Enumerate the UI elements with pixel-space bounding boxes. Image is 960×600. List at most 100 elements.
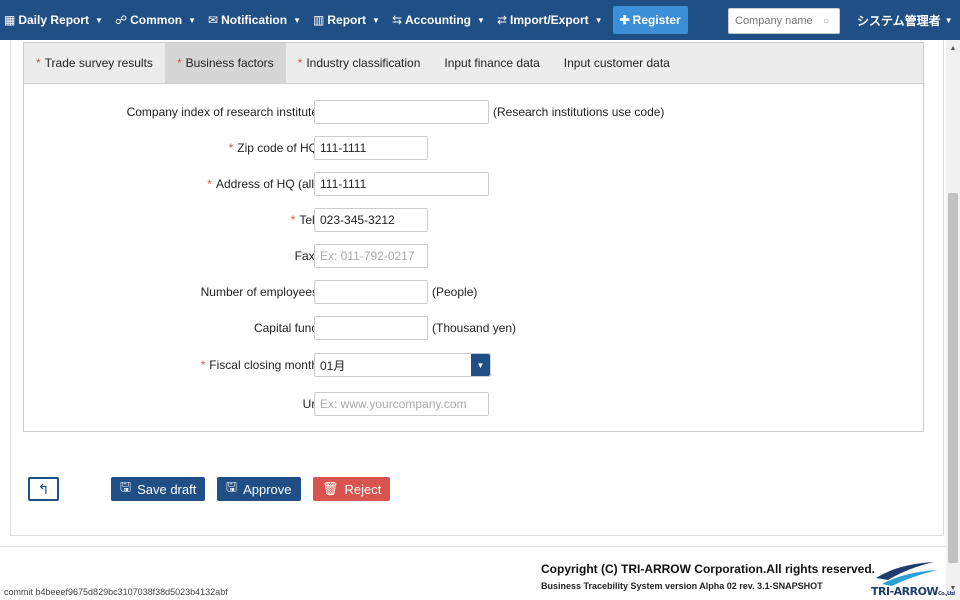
tab-input-finance-data[interactable]: Input finance data xyxy=(432,43,551,83)
caret-down-icon: ▼ xyxy=(594,15,603,25)
tab-industry-classification[interactable]: * Industry classification xyxy=(286,43,433,83)
top-navbar: ▦ Daily Report ▼ ☍ Common ▼ ✉ Notificati… xyxy=(0,0,960,40)
register-label: Register xyxy=(632,13,681,27)
fiscal-label: * Fiscal closing month xyxy=(201,353,318,377)
logo-suffix: Co.,Ltd xyxy=(938,591,955,597)
nav-common[interactable]: ☍ Common ▼ xyxy=(109,0,202,40)
nav-common-label: Common xyxy=(130,13,183,27)
fax-input[interactable] xyxy=(314,244,428,268)
users-icon: ☍ xyxy=(114,13,128,27)
fiscal-month-value: 01月 xyxy=(320,358,346,373)
address-input[interactable] xyxy=(314,172,489,196)
address-label-text: Address of HQ (all) xyxy=(215,177,318,191)
research-index-label: Company index of research institute xyxy=(126,105,318,119)
back-button[interactable]: ↰ xyxy=(28,477,59,501)
address-label: * Address of HQ (all) xyxy=(207,172,318,196)
reply-arrow-icon: ↰ xyxy=(37,480,50,497)
page-scrollbar[interactable]: ▲ ▼ xyxy=(946,40,960,600)
research-index-input[interactable] xyxy=(314,100,489,124)
caret-down-icon: ▼ xyxy=(188,15,197,25)
envelope-icon: ✉ xyxy=(208,13,219,27)
logo-swoosh-icon xyxy=(876,562,938,586)
fiscal-month-select[interactable]: 01月 ▼ xyxy=(314,353,491,377)
form-row-employees: Number of employees (People) xyxy=(24,280,924,304)
required-marker: * xyxy=(207,177,212,191)
caret-down-icon: ▼ xyxy=(293,15,302,25)
footer-divider xyxy=(0,546,946,547)
form-row-zip: * Zip code of HQ xyxy=(24,136,924,160)
tab-label: Input customer data xyxy=(563,56,670,70)
form-row-capital: Capital fund (Thousand yen) xyxy=(24,316,924,340)
tab-label: Business factors xyxy=(185,56,274,70)
capital-label: Capital fund xyxy=(253,321,318,335)
company-search: ○ xyxy=(728,8,840,34)
required-marker: * xyxy=(36,56,41,70)
reject-button[interactable]: 🗑 Reject xyxy=(313,477,391,501)
nav-notification-label: Notification xyxy=(221,13,288,27)
approve-label: Approve xyxy=(243,481,292,497)
form-row-fax: Fax. xyxy=(24,244,924,268)
employees-input[interactable] xyxy=(314,280,428,304)
capital-input[interactable] xyxy=(314,316,428,340)
tab-input-customer-data[interactable]: Input customer data xyxy=(552,43,682,83)
form-row-url: Url xyxy=(24,392,924,416)
nav-import-export-label: Import/Export xyxy=(510,13,589,27)
nav-accounting-label: Accounting xyxy=(405,13,472,27)
footer-copyright: Copyright (C) TRI-ARROW Corporation.All … xyxy=(541,562,876,576)
search-icon[interactable]: ○ xyxy=(823,16,829,27)
zip-label-text: Zip code of HQ xyxy=(237,141,318,155)
approve-button[interactable]: 🖫 Approve xyxy=(217,477,301,501)
employees-suffix: (People) xyxy=(432,285,478,299)
url-input[interactable] xyxy=(314,392,489,416)
floppy-disk-icon: 🖫 xyxy=(226,479,238,494)
floppy-disk-icon: 🖫 xyxy=(120,479,132,494)
tri-arrow-logo: TRI-ARROWCo.,Ltd xyxy=(868,558,955,598)
required-marker: * xyxy=(290,213,296,227)
required-marker: * xyxy=(176,56,182,70)
caret-down-icon: ▼ xyxy=(944,15,953,25)
zip-label: * Zip code of HQ xyxy=(229,136,318,160)
tab-business-factors[interactable]: * Business factors xyxy=(164,43,286,83)
register-button[interactable]: ✚ Register xyxy=(612,6,688,34)
chevron-down-icon[interactable]: ▼ xyxy=(471,354,490,376)
arrows-icon: ⇄ xyxy=(496,13,507,27)
nav-notification[interactable]: ✉ Notification ▼ xyxy=(202,0,307,40)
caret-down-icon: ▼ xyxy=(95,15,103,25)
footer-commit: commit b4beeef9675d829bc3107038f38d5023b… xyxy=(4,587,228,597)
nav-daily-report[interactable]: ▦ Daily Report ▼ xyxy=(0,0,109,40)
form-row-research-index: Company index of research institute (Res… xyxy=(24,100,924,124)
trash-icon: 🗑 xyxy=(322,481,339,496)
capital-suffix: (Thousand yen) xyxy=(432,321,517,335)
tab-label: Input finance data xyxy=(444,56,540,70)
research-index-suffix: (Research institutions use code) xyxy=(493,105,665,119)
employees-label: Number of employees xyxy=(200,285,318,299)
fiscal-label-text: Fiscal closing month xyxy=(209,358,318,372)
logo-text: TRI-ARROWCo.,Ltd xyxy=(871,585,955,598)
required-marker: * xyxy=(297,56,303,70)
save-draft-button[interactable]: 🖫 Save draft xyxy=(111,477,206,501)
form-row-address: * Address of HQ (all) xyxy=(24,172,924,196)
nav-import-export[interactable]: ⇄ Import/Export ▼ xyxy=(491,0,609,40)
nav-report[interactable]: ▥ Report ▼ xyxy=(307,0,386,40)
scroll-up-arrow-icon[interactable]: ▲ xyxy=(946,42,960,56)
form-row-tel: * Tel. xyxy=(24,208,924,232)
logo-wordmark: TRI-ARROW xyxy=(871,585,939,598)
plus-icon: ✚ xyxy=(619,13,630,27)
company-search-input[interactable] xyxy=(735,15,819,27)
scrollbar-thumb[interactable] xyxy=(948,193,958,563)
tab-container: * Trade survey results * Business factor… xyxy=(23,42,924,432)
required-marker: * xyxy=(200,358,206,372)
zip-input[interactable] xyxy=(314,136,428,160)
nav-accounting[interactable]: ⇆ Accounting ▼ xyxy=(386,0,491,40)
caret-down-icon: ▼ xyxy=(372,15,380,25)
user-menu[interactable]: システム管理者 ▼ xyxy=(857,0,953,40)
tab-trade-survey-results[interactable]: * Trade survey results xyxy=(24,43,165,83)
tel-input[interactable] xyxy=(314,208,428,232)
bar-chart-icon: ▥ xyxy=(313,13,325,27)
footer-version: Business Tracebility System version Alph… xyxy=(541,581,823,591)
caret-down-icon: ▼ xyxy=(477,15,485,25)
form-row-fiscal: * Fiscal closing month 01月 ▼ xyxy=(24,353,924,377)
tab-label: Industry classification xyxy=(306,56,421,70)
reject-label: Reject xyxy=(344,481,382,497)
tab-bar: * Trade survey results * Business factor… xyxy=(24,43,923,84)
